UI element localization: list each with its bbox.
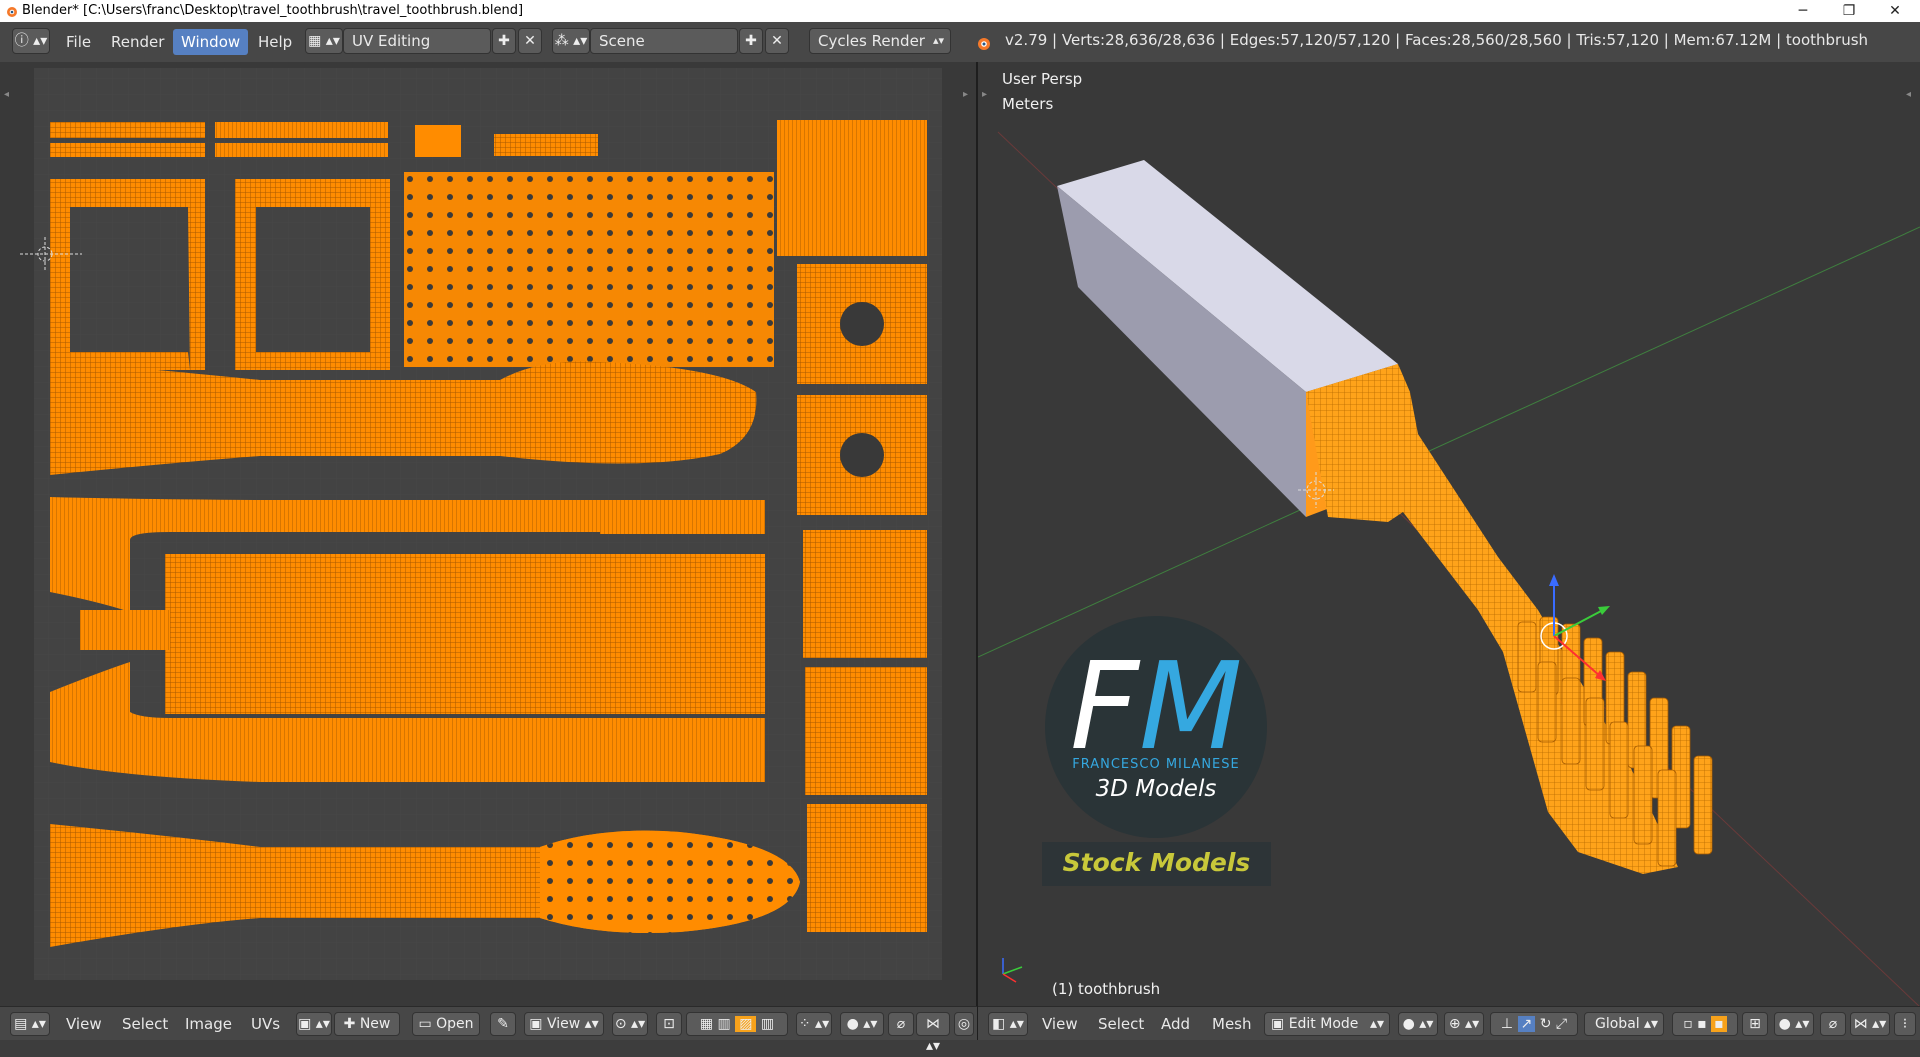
screen-layout-icon[interactable]: ▦ ▴▾ <box>305 28 343 54</box>
view-axis-widget-icon <box>1002 958 1023 983</box>
panel-toggle-arrow-icon[interactable]: ◂ <box>4 89 9 100</box>
info-header: ⓘ ▴▾ File Render Window Help ▦ ▴▾ UV Edi… <box>0 22 1920 63</box>
snap-target-icon[interactable]: ⋈ ▴▾ <box>916 1012 950 1054</box>
uv-menu-image[interactable]: Image <box>185 1015 232 1033</box>
uv-menu-view[interactable]: View <box>66 1015 102 1033</box>
overflow-icon[interactable]: ⁝ <box>1894 1012 1916 1036</box>
snap-element-icon[interactable]: ⋈ ▴▾ <box>1850 1012 1890 1036</box>
3d-menu-select[interactable]: Select <box>1098 1015 1144 1033</box>
scene-icon[interactable]: ⁂ ▴▾ <box>552 28 590 54</box>
menu-window[interactable]: Window <box>173 29 249 55</box>
blender-logo-icon <box>7 7 17 17</box>
proportional-edit-icon[interactable]: ● ▴▾ <box>1774 1012 1814 1036</box>
blender-logo-icon <box>978 38 990 50</box>
proportional-edit-icon[interactable]: ● ▴▾ <box>840 1012 884 1036</box>
snap-icon[interactable]: ⌀ <box>1820 1012 1846 1036</box>
close-window-button[interactable]: ✕ <box>1872 0 1918 22</box>
menu-file[interactable]: File <box>58 29 99 55</box>
view-name-label: User Persp <box>1002 70 1083 88</box>
manipulator-group[interactable]: ⊥ ↗ ↻ ⤢ <box>1490 1012 1578 1036</box>
snap-icon[interactable]: ⌀ <box>888 1012 914 1036</box>
3d-view-header: ◧ ▴▾ View Select Add Mesh ▣ Edit Mode ▴▾… <box>978 1006 1920 1040</box>
remove-screen-icon[interactable]: ✕ <box>518 28 542 54</box>
3d-menu-view[interactable]: View <box>1042 1015 1078 1033</box>
render-engine-label: Cycles Render <box>818 32 925 50</box>
render-slot-icon[interactable]: ◎ <box>954 1012 974 1036</box>
editor-type-uv-icon[interactable]: ▤ ▴▾ <box>10 1012 50 1036</box>
panel-toggle-arrow-icon[interactable]: ◂ <box>1906 89 1911 100</box>
uv-canvas[interactable]: ◂ ▸ <box>0 62 977 1006</box>
view-mode-dropdown[interactable]: ▣ View ▴▾ <box>524 1012 604 1036</box>
window-title: Blender* [C:\Users\franc\Desktop\travel_… <box>22 3 524 18</box>
transform-orientation-dropdown[interactable]: Global ▴▾ <box>1584 1012 1664 1036</box>
maximize-button[interactable]: ❐ <box>1826 0 1872 22</box>
new-image-button[interactable]: ✚ New <box>334 1012 400 1036</box>
uv-editor-header: ▤ ▴▾ View Select Image UVs ▣ ▴▾ ✚ New ▭ … <box>0 1006 977 1054</box>
pivot-icon[interactable]: ⊙ ▴▾ <box>612 1012 648 1036</box>
3d-menu-mesh[interactable]: Mesh <box>1212 1015 1252 1033</box>
menu-help[interactable]: Help <box>250 29 300 55</box>
panel-toggle-arrow-icon[interactable]: ▸ <box>963 89 968 100</box>
3d-menu-add[interactable]: Add <box>1161 1015 1190 1033</box>
minimize-button[interactable]: ─ <box>1780 0 1826 22</box>
pin-icon[interactable]: ✎ <box>490 1012 516 1036</box>
viewport-shading-icon[interactable]: ● ▴▾ <box>1398 1012 1438 1036</box>
active-object-label: (1) toothbrush <box>1052 980 1161 998</box>
watermark-monogram: FM <box>1070 638 1243 777</box>
uv-image-editor[interactable]: ◂ ▸ <box>0 62 977 1006</box>
edit-mode-icon: ▣ <box>1271 1016 1285 1032</box>
editor-type-info-icon[interactable]: ⓘ ▴▾ <box>12 28 50 54</box>
scene-field[interactable]: Scene <box>590 28 738 54</box>
add-screen-icon[interactable]: ✚ <box>492 28 516 54</box>
editor-type-3d-icon[interactable]: ◧ ▴▾ <box>988 1012 1028 1036</box>
select-mode-group[interactable]: ▫ ▪ ▪ <box>1672 1012 1738 1036</box>
image-browse-icon[interactable]: ▣ ▴▾ <box>296 1012 332 1036</box>
watermark-name: FRANCESCO MILANESE <box>1072 757 1240 772</box>
sync-selection-icon[interactable]: ⊡ <box>656 1012 682 1036</box>
watermark-stock-label: Stock Models <box>1062 848 1251 877</box>
menu-render[interactable]: Render <box>103 29 172 55</box>
window-titlebar: Blender* [C:\Users\franc\Desktop\travel_… <box>0 0 1920 22</box>
remove-scene-icon[interactable]: ✕ <box>765 28 789 54</box>
occlude-geometry-icon[interactable]: ⊞ <box>1742 1012 1768 1036</box>
uv-select-mode-group[interactable]: ▦ ▥ ▨ ▥ <box>686 1012 788 1036</box>
pivot-point-icon[interactable]: ⊕ ▴▾ <box>1444 1012 1484 1036</box>
sticky-mode-icon[interactable]: ⁘ ▴▾ <box>796 1012 832 1036</box>
uv-menu-uvs[interactable]: UVs <box>251 1015 280 1033</box>
render-engine-dropdown[interactable]: Cycles Render ▴▾ <box>809 28 951 54</box>
toothbrush-head-mesh <box>1306 364 1713 874</box>
chevron-updown-icon: ▴▾ <box>932 34 944 47</box>
mode-dropdown[interactable]: ▣ Edit Mode ▴▾ <box>1264 1012 1390 1036</box>
units-label: Meters <box>1002 95 1054 113</box>
scene-statistics: v2.79 | Verts:28,636/28,636 | Edges:57,1… <box>1005 31 1869 49</box>
watermark-tagline: 3D Models <box>1095 776 1217 802</box>
open-image-button[interactable]: ▭ Open <box>412 1012 480 1036</box>
uv-menu-select[interactable]: Select <box>122 1015 168 1033</box>
add-scene-icon[interactable]: ✚ <box>739 28 763 54</box>
panel-toggle-arrow-icon[interactable]: ▸ <box>982 89 987 100</box>
screen-layout-field[interactable]: UV Editing <box>343 28 491 54</box>
